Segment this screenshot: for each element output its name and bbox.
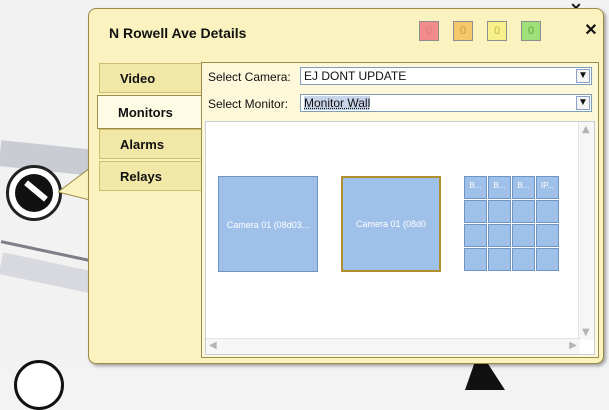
grid-cell[interactable] bbox=[464, 224, 487, 247]
close-icon[interactable]: ✕ bbox=[583, 21, 599, 41]
scroll-right-arrow-icon[interactable]: ▶ bbox=[569, 340, 577, 351]
camera-marker-icon[interactable] bbox=[6, 165, 62, 221]
tab-video[interactable]: Video bbox=[99, 63, 203, 93]
popup-pointer bbox=[58, 168, 90, 200]
grid-cell[interactable]: B... bbox=[488, 176, 511, 199]
grid-cell[interactable] bbox=[512, 248, 535, 271]
grid-cell[interactable] bbox=[488, 224, 511, 247]
status-box-orange: 0 bbox=[453, 21, 473, 41]
status-box-green: 0 bbox=[521, 21, 541, 41]
camera-select[interactable]: EJ DONT UPDATE ▼ bbox=[300, 67, 592, 85]
grid-cell[interactable] bbox=[488, 248, 511, 271]
tab-monitors[interactable]: Monitors bbox=[97, 95, 203, 129]
grid-cell[interactable]: B... bbox=[512, 176, 535, 199]
status-count: 0 bbox=[527, 25, 535, 37]
monitor-tile[interactable]: Camera 01 (08d03... bbox=[218, 176, 318, 272]
vertical-scrollbar[interactable]: ▲ ▼ bbox=[578, 122, 594, 340]
map-marker-icon[interactable] bbox=[14, 360, 64, 410]
chevron-down-icon[interactable]: ▼ bbox=[576, 69, 590, 83]
grid-cell[interactable] bbox=[512, 224, 535, 247]
grid-cell[interactable] bbox=[512, 200, 535, 223]
details-popup: N Rowell Ave Details 0 0 0 0 ✕ Video Mon… bbox=[88, 8, 604, 364]
select-camera-label: Select Camera: bbox=[208, 70, 291, 84]
status-count: 0 bbox=[425, 25, 433, 37]
popup-title: N Rowell Ave Details bbox=[109, 25, 247, 41]
grid-cell[interactable] bbox=[464, 248, 487, 271]
horizontal-scrollbar[interactable]: ◀ ▶ bbox=[206, 338, 580, 354]
grid-cell[interactable] bbox=[464, 200, 487, 223]
tab-alarms[interactable]: Alarms bbox=[99, 129, 203, 159]
monitor-select-value: Monitor Wall bbox=[304, 96, 371, 110]
monitors-panel: Select Camera: EJ DONT UPDATE ▼ Select M… bbox=[201, 62, 599, 358]
monitor-tile[interactable]: Camera 01 (08d0 bbox=[341, 176, 441, 272]
status-count: 0 bbox=[459, 25, 467, 37]
grid-cell[interactable]: B... bbox=[464, 176, 487, 199]
grid-cell[interactable] bbox=[536, 248, 559, 271]
select-monitor-label: Select Monitor: bbox=[208, 97, 289, 111]
status-box-red: 0 bbox=[419, 21, 439, 41]
monitor-tile-label: Camera 01 (08d0 bbox=[355, 219, 427, 229]
scroll-left-arrow-icon[interactable]: ◀ bbox=[209, 340, 217, 351]
grid-cell[interactable] bbox=[488, 200, 511, 223]
monitor-tile-label: Camera 01 (08d03... bbox=[226, 220, 310, 230]
monitor-grid: Camera 01 (08d03... Camera 01 (08d0 B...… bbox=[205, 121, 595, 355]
tab-relays[interactable]: Relays bbox=[99, 161, 203, 191]
monitor-select[interactable]: Monitor Wall ▼ bbox=[300, 94, 592, 112]
grid-cell[interactable]: IP... bbox=[536, 176, 559, 199]
chevron-down-icon[interactable]: ▼ bbox=[576, 96, 590, 110]
scroll-up-arrow-icon[interactable]: ▲ bbox=[582, 124, 590, 135]
status-count: 0 bbox=[493, 25, 501, 37]
status-box-yellow: 0 bbox=[487, 21, 507, 41]
camera-select-value: EJ DONT UPDATE bbox=[304, 69, 407, 83]
scroll-down-arrow-icon[interactable]: ▼ bbox=[582, 327, 590, 338]
grid-cell[interactable] bbox=[536, 200, 559, 223]
grid-cell[interactable] bbox=[536, 224, 559, 247]
